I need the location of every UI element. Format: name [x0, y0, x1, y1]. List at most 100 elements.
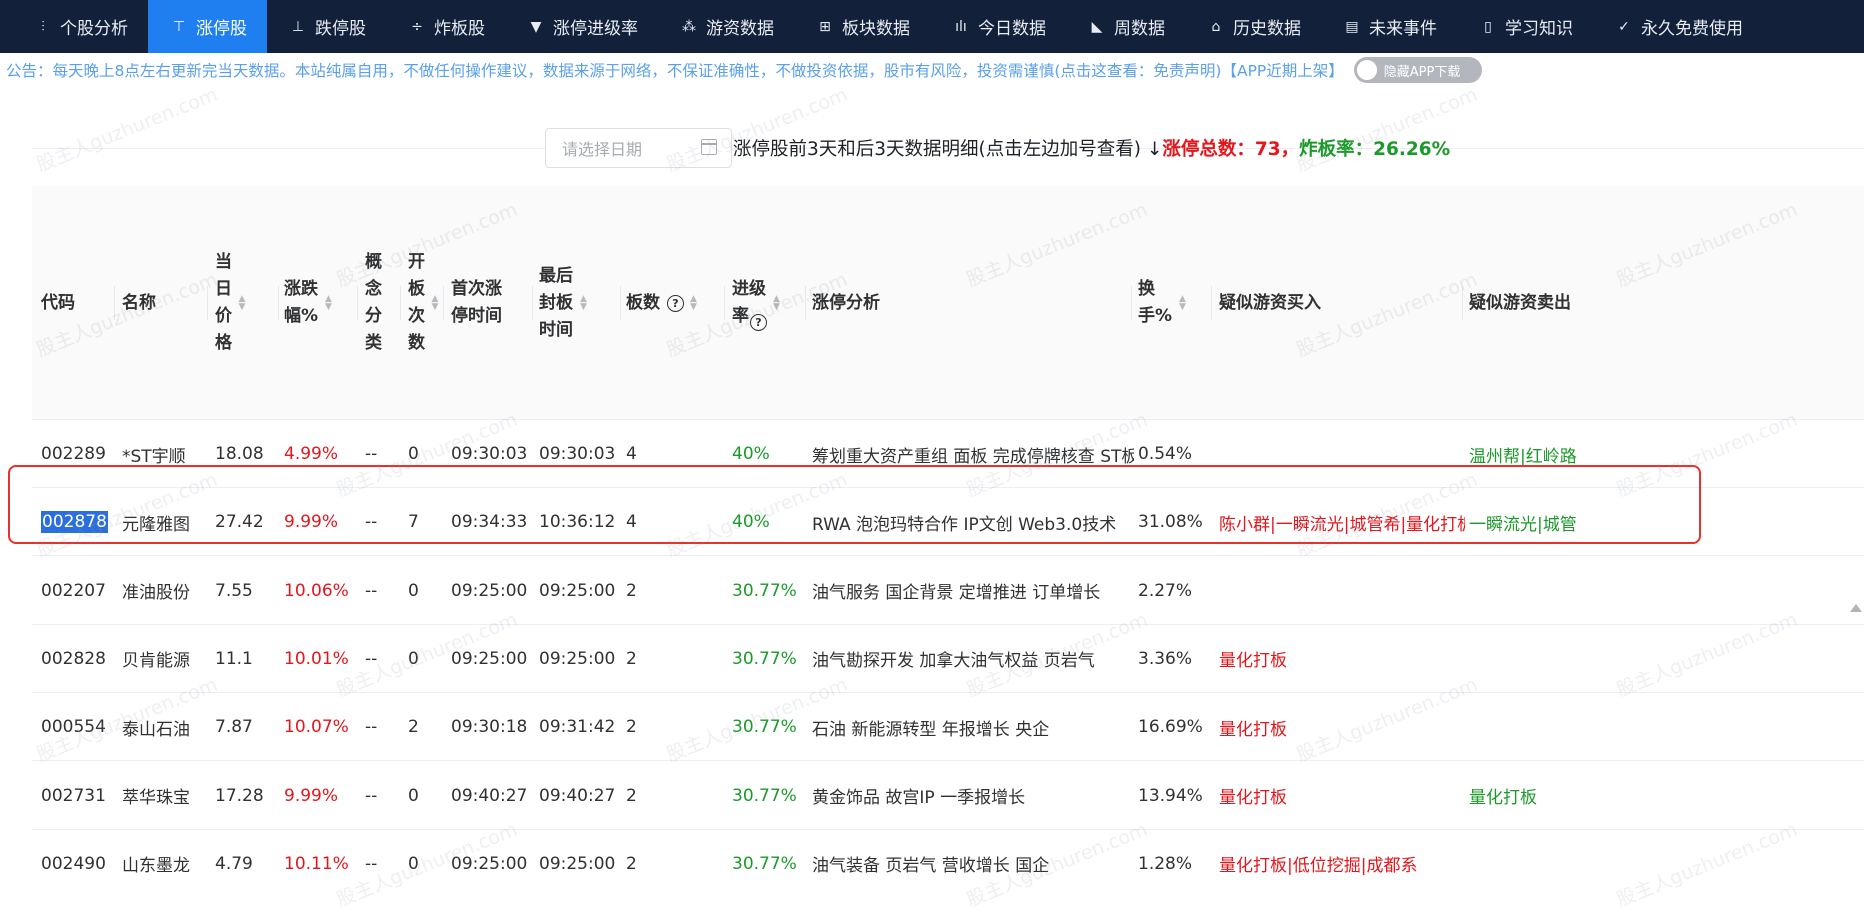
area-chart-icon: ◣ — [1091, 18, 1103, 35]
cell-code[interactable]: 002490 — [41, 830, 117, 890]
book-icon: ▯ — [1484, 18, 1492, 35]
sort-caret-icon[interactable]: ▲ ▼ — [690, 295, 697, 312]
nav-item-5[interactable]: ⁂ 游资数据 — [658, 0, 794, 53]
table-row[interactable]: 002289 *ST宇顺 18.08 4.99% -- 0 09:30:03 09:30:03… — [32, 420, 1864, 488]
calendar-icon[interactable] — [701, 139, 717, 155]
scroll-up-arrow-icon[interactable] — [1850, 604, 1862, 612]
cell-analysis: 黄金饰品 故宫IP 一季报增长 — [812, 762, 1134, 830]
nav-item-6[interactable]: ⊞ 板块数据 — [794, 0, 930, 53]
cell-value: 09:30:03 — [539, 444, 616, 464]
sort-caret-icon[interactable]: ▲ ▼ — [1179, 295, 1186, 312]
cell-value: 10.06% — [284, 580, 349, 601]
cell-concept: -- — [365, 762, 403, 830]
cell-boards: 2 — [626, 625, 727, 693]
cell-name[interactable]: 贝肯能源 — [122, 625, 210, 693]
cell-name[interactable]: 元隆雅图 — [122, 488, 210, 556]
column-header-code: 代码 — [35, 186, 115, 420]
nav-item-0[interactable]: ⫶ 个股分析 — [12, 0, 148, 53]
cell-first_time: 09:25:00 — [451, 830, 535, 890]
check-icon: ✓ — [1618, 18, 1630, 35]
hide-app-download-toggle[interactable]: 隐藏APP下载 — [1353, 57, 1482, 83]
nav-item-label: 历史数据 — [1233, 19, 1301, 39]
column-header-rate[interactable]: 进级率? ▲ ▼ — [726, 186, 806, 420]
column-header-turnover[interactable]: 换手% ▲ ▼ — [1132, 186, 1212, 420]
help-icon[interactable]: ? — [667, 294, 684, 312]
column-divider — [400, 286, 401, 320]
column-header-last_time[interactable]: 最后封板时间 ▲ ▼ — [533, 186, 621, 420]
cell-last_time: 09:25:00 — [539, 625, 623, 693]
cell-price: 17.28 — [215, 762, 281, 830]
nav-item-12[interactable]: ✓ 永久免费使用 — [1593, 0, 1763, 53]
cell-value: 元隆雅图 — [122, 514, 190, 535]
document-icon: ▤ — [1345, 18, 1359, 35]
sort-caret-icon[interactable]: ▲ ▼ — [580, 295, 587, 312]
table-row[interactable]: 002731 萃华珠宝 17.28 9.99% -- 0 09:40:27 09:40:27 2… — [32, 762, 1864, 830]
nav-item-7[interactable]: ılı 今日数据 — [930, 0, 1066, 53]
cell-concept: -- — [365, 488, 403, 556]
table-row[interactable]: 000554 泰山石油 7.87 10.07% -- 2 09:30:18 09:31:42 2… — [32, 693, 1864, 762]
cell-value: 2 — [408, 717, 419, 738]
column-header-open_count[interactable]: 开板次数 ▲ ▼ — [402, 186, 444, 420]
cell-name[interactable]: 山东墨龙 — [122, 830, 210, 890]
column-header-concept: 概念分类 — [359, 186, 401, 420]
help-icon[interactable]: ? — [750, 314, 767, 331]
cell-code[interactable]: 002878 — [41, 488, 117, 556]
cell-name[interactable]: *ST宇顺 — [122, 420, 210, 488]
cell-value: 30.77% — [732, 717, 797, 738]
cell-boards: 4 — [626, 488, 727, 556]
cell-code[interactable]: 002207 — [41, 557, 117, 625]
table-row[interactable]: 002207 准油股份 7.55 10.06% -- 0 09:25:00 09:25:00 2… — [32, 557, 1864, 625]
cell-name[interactable]: 泰山石油 — [122, 693, 210, 761]
cell-value: 30.77% — [732, 785, 797, 806]
nav-item-2[interactable]: ⊥ 跌停股 — [267, 0, 386, 53]
sort-caret-icon[interactable]: ▲ ▼ — [432, 295, 439, 312]
cell-code[interactable]: 000554 — [41, 693, 117, 761]
cell-code[interactable]: 002731 — [41, 762, 117, 830]
cell-value: 09:25:00 — [451, 648, 528, 669]
nav-item-10[interactable]: ▤ 未来事件 — [1321, 0, 1457, 53]
column-header-change[interactable]: 涨跌幅% ▲ ▼ — [278, 186, 358, 420]
cell-value: 30.77% — [732, 853, 797, 874]
cell-name[interactable]: 准油股份 — [122, 557, 210, 625]
toggle-knob — [1356, 60, 1377, 80]
cell-value: 0 — [408, 785, 419, 806]
cell-boards: 2 — [626, 762, 727, 830]
nav-item-label: 板块数据 — [842, 19, 910, 39]
nav-item-8[interactable]: ◣ 周数据 — [1066, 0, 1185, 53]
column-divider — [443, 286, 444, 320]
table-row[interactable]: 002490 山东墨龙 4.79 10.11% -- 0 09:25:00 09:25:00 2… — [32, 830, 1864, 890]
table-row[interactable]: 002878 元隆雅图 27.42 9.99% -- 7 09:34:33 10:36:12 4… — [32, 488, 1864, 557]
cell-rate: 40% — [732, 420, 808, 488]
cell-concept: -- — [365, 420, 403, 488]
watermark-text: 股主人guzhuren.com — [33, 83, 221, 177]
cell-open_count: 7 — [408, 488, 446, 556]
cell-value: 4 — [626, 512, 637, 533]
sort-caret-icon[interactable]: ▲ ▼ — [239, 295, 246, 312]
cell-code[interactable]: 002289 — [41, 420, 117, 488]
sort-caret-icon[interactable]: ▲ ▼ — [325, 295, 332, 312]
table-row[interactable]: 002828 贝肯能源 11.1 10.01% -- 0 09:25:00 09:25:00 2… — [32, 625, 1864, 693]
cell-analysis: 石油 新能源转型 年报增长 央企 — [812, 693, 1134, 761]
date-placeholder: 请选择日期 — [562, 140, 643, 159]
cell-sell: 量化打板 — [1469, 762, 1864, 830]
nav-item-4[interactable]: ▼ 涨停进级率 — [505, 0, 658, 53]
nav-item-3[interactable]: ÷ 炸板股 — [386, 0, 505, 53]
date-picker-input[interactable]: 请选择日期 — [545, 128, 732, 168]
cell-first_time: 09:34:33 — [451, 488, 535, 556]
column-header-price[interactable]: 当日价格 ▲ ▼ — [209, 186, 279, 420]
nav-item-9[interactable]: ⌂ 历史数据 — [1185, 0, 1321, 53]
column-header-boards[interactable]: 板数? ▲ ▼ — [620, 186, 725, 420]
sort-caret-icon[interactable]: ▲ ▼ — [773, 295, 780, 312]
cell-value: 准油股份 — [122, 583, 190, 604]
cell-value: -- — [365, 444, 378, 464]
nav-item-11[interactable]: ▯ 学习知识 — [1457, 0, 1593, 53]
nav-item-1[interactable]: ⊤ 涨停股 — [148, 0, 267, 53]
cell-value: 温州帮|红岭路 — [1469, 446, 1577, 467]
announcement-text[interactable]: 公告：每天晚上8点左右更新完当天数据。本站纯属自用，不做任何操作建议，数据来源于… — [6, 59, 1344, 81]
column-header-label: 涨停分析 — [812, 292, 880, 313]
table-header: 代码 名称 当日价格 ▲ ▼ 涨跌幅% ▲ ▼ 概念分类 开板次数 ▲ ▼ 首次涨停时间 最后封板时间 ▲ ▼… — [32, 186, 1864, 420]
cell-name[interactable]: 萃华珠宝 — [122, 762, 210, 830]
cell-value: -- — [365, 580, 378, 601]
cell-code[interactable]: 002828 — [41, 625, 117, 693]
cell-value: 13.94% — [1138, 785, 1203, 806]
